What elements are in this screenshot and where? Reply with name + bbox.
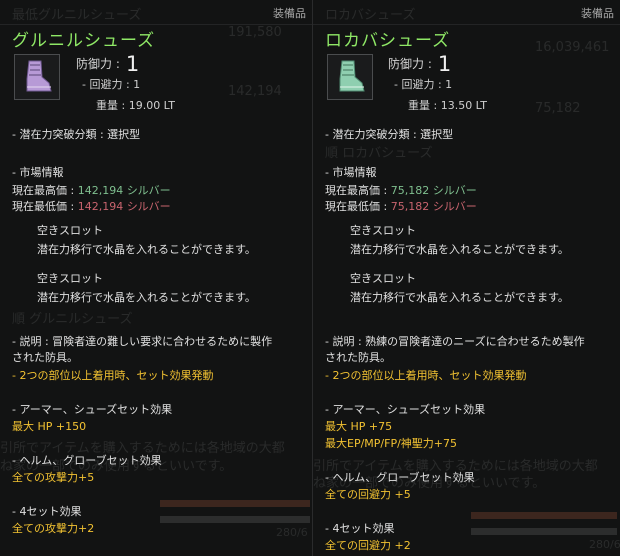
set-effect-value: 全ての攻撃力+5 (12, 471, 95, 484)
potential-break-type: - 潜在力突破分類 : 選択型 (12, 128, 141, 141)
empty-slot-text: 潜在力移行で水晶を入れることができます。 (350, 243, 569, 256)
set-effect-value: 最大 HP +75 (325, 420, 393, 433)
market-max-price: 現在最高価 : 142,194 シルバー (12, 182, 171, 198)
empty-slot-title: 空きスロット (350, 272, 416, 285)
defense-stat: 防御力 : 1 (76, 52, 139, 76)
min-price-label: 現在最低価 : (12, 200, 75, 213)
market-max-price: 現在最高価 : 75,182 シルバー (325, 182, 477, 198)
set-effect-value: 全ての攻撃力+2 (12, 522, 95, 535)
set-effect-title: - ヘルム、グローブセット効果 (12, 454, 162, 467)
defense-value: 1 (437, 52, 452, 76)
set-effect-value: 最大EP/MP/FP/神聖力+75 (325, 437, 457, 450)
set-effect-title: - 4セット効果 (325, 522, 395, 535)
set-effect-value: 最大 HP +150 (12, 420, 87, 433)
market-info-title: - 市場情報 (325, 166, 377, 179)
item-name: ロカバシューズ (325, 31, 451, 51)
evasion-stat: - 回避力 : 1 (394, 78, 453, 91)
min-price-value: 75,182 シルバー (390, 200, 477, 213)
bg-ghost-text: 順 ロカバシューズ (325, 146, 433, 161)
bg-ghost-number: 75,182 (535, 101, 581, 116)
set-effect-title: - アーマー、シューズセット効果 (325, 403, 486, 416)
max-price-value: 142,194 シルバー (77, 184, 171, 197)
bg-ghost-text: 順 グルニルシューズ (12, 312, 133, 327)
empty-slot-title: 空きスロット (350, 224, 416, 237)
bg-ghost-number: 280/6 (589, 538, 620, 551)
max-price-label: 現在最高価 : (12, 184, 75, 197)
weight-stat: 重量 : 19.00 LT (96, 99, 176, 112)
bg-ghost-bar (160, 500, 310, 507)
bg-ghost-bar (160, 516, 310, 523)
weight-stat: 重量 : 13.50 LT (408, 99, 488, 112)
bg-ghost-number: 142,194 (228, 84, 282, 99)
item-description-line: - 説明 : 冒険者達の難しい要求に合わせるために製作 (12, 335, 273, 348)
market-info-title: - 市場情報 (12, 166, 64, 179)
empty-slot-text: 潜在力移行で水晶を入れることができます。 (37, 291, 256, 304)
item-icon-frame (327, 54, 373, 100)
empty-slot-text: 潜在力移行で水晶を入れることができます。 (350, 291, 569, 304)
item-icon-frame (14, 54, 60, 100)
defense-value: 1 (125, 52, 140, 76)
set-effect-notice: - 2つの部位以上着用時、セット効果発動 (325, 369, 527, 382)
set-effect-title: - アーマー、シューズセット効果 (12, 403, 173, 416)
empty-slot-title: 空きスロット (37, 224, 103, 237)
max-price-label: 現在最高価 : (325, 184, 388, 197)
bg-ghost-number: 16,039,461 (535, 40, 610, 55)
bg-ghost-bar (471, 528, 617, 535)
item-description-line: された防具。 (325, 351, 391, 364)
max-price-value: 75,182 シルバー (390, 184, 477, 197)
market-min-price: 現在最低価 : 75,182 シルバー (325, 198, 477, 214)
evasion-stat: - 回避力 : 1 (82, 78, 141, 91)
tooltip-header (313, 0, 620, 25)
defense-stat: 防御力 : 1 (388, 52, 451, 76)
item-tooltip-left: 最低グルニルシューズ 191,580 142,194 順 グルニルシューズ 引所… (0, 0, 312, 556)
set-effect-title: - ヘルム、グローブセット効果 (325, 471, 475, 484)
bg-ghost-number: 191,580 (228, 25, 282, 40)
item-description-line: された防具。 (12, 351, 78, 364)
set-effect-title: - 4セット効果 (12, 505, 82, 518)
item-description-line: - 説明 : 熟練の冒険者達のニーズに合わせるため製作 (325, 335, 585, 348)
bg-ghost-number: 280/6 (276, 526, 308, 539)
item-category: 装備品 (581, 7, 614, 20)
purple-boot-icon (26, 60, 52, 92)
set-effect-value: 全ての回避力 +2 (325, 539, 411, 552)
item-tooltip-right: ロカバシューズ 16,039,461 75,182 順 ロカバシューズ 引所でア… (312, 0, 620, 556)
item-name: グルニルシューズ (12, 31, 156, 51)
teal-boot-icon (339, 60, 365, 92)
defense-label: 防御力 : (388, 57, 432, 71)
defense-label: 防御力 : (76, 57, 120, 71)
market-min-price: 現在最低価 : 142,194 シルバー (12, 198, 171, 214)
set-effect-value: 全ての回避力 +5 (325, 488, 411, 501)
empty-slot-text: 潜在力移行で水晶を入れることができます。 (37, 243, 256, 256)
set-effect-notice: - 2つの部位以上着用時、セット効果発動 (12, 369, 214, 382)
empty-slot-title: 空きスロット (37, 272, 103, 285)
bg-ghost-bar (471, 512, 617, 519)
potential-break-type: - 潜在力突破分類 : 選択型 (325, 128, 454, 141)
min-price-value: 142,194 シルバー (77, 200, 171, 213)
min-price-label: 現在最低価 : (325, 200, 388, 213)
item-category: 装備品 (273, 7, 306, 20)
tooltip-header (0, 0, 312, 25)
